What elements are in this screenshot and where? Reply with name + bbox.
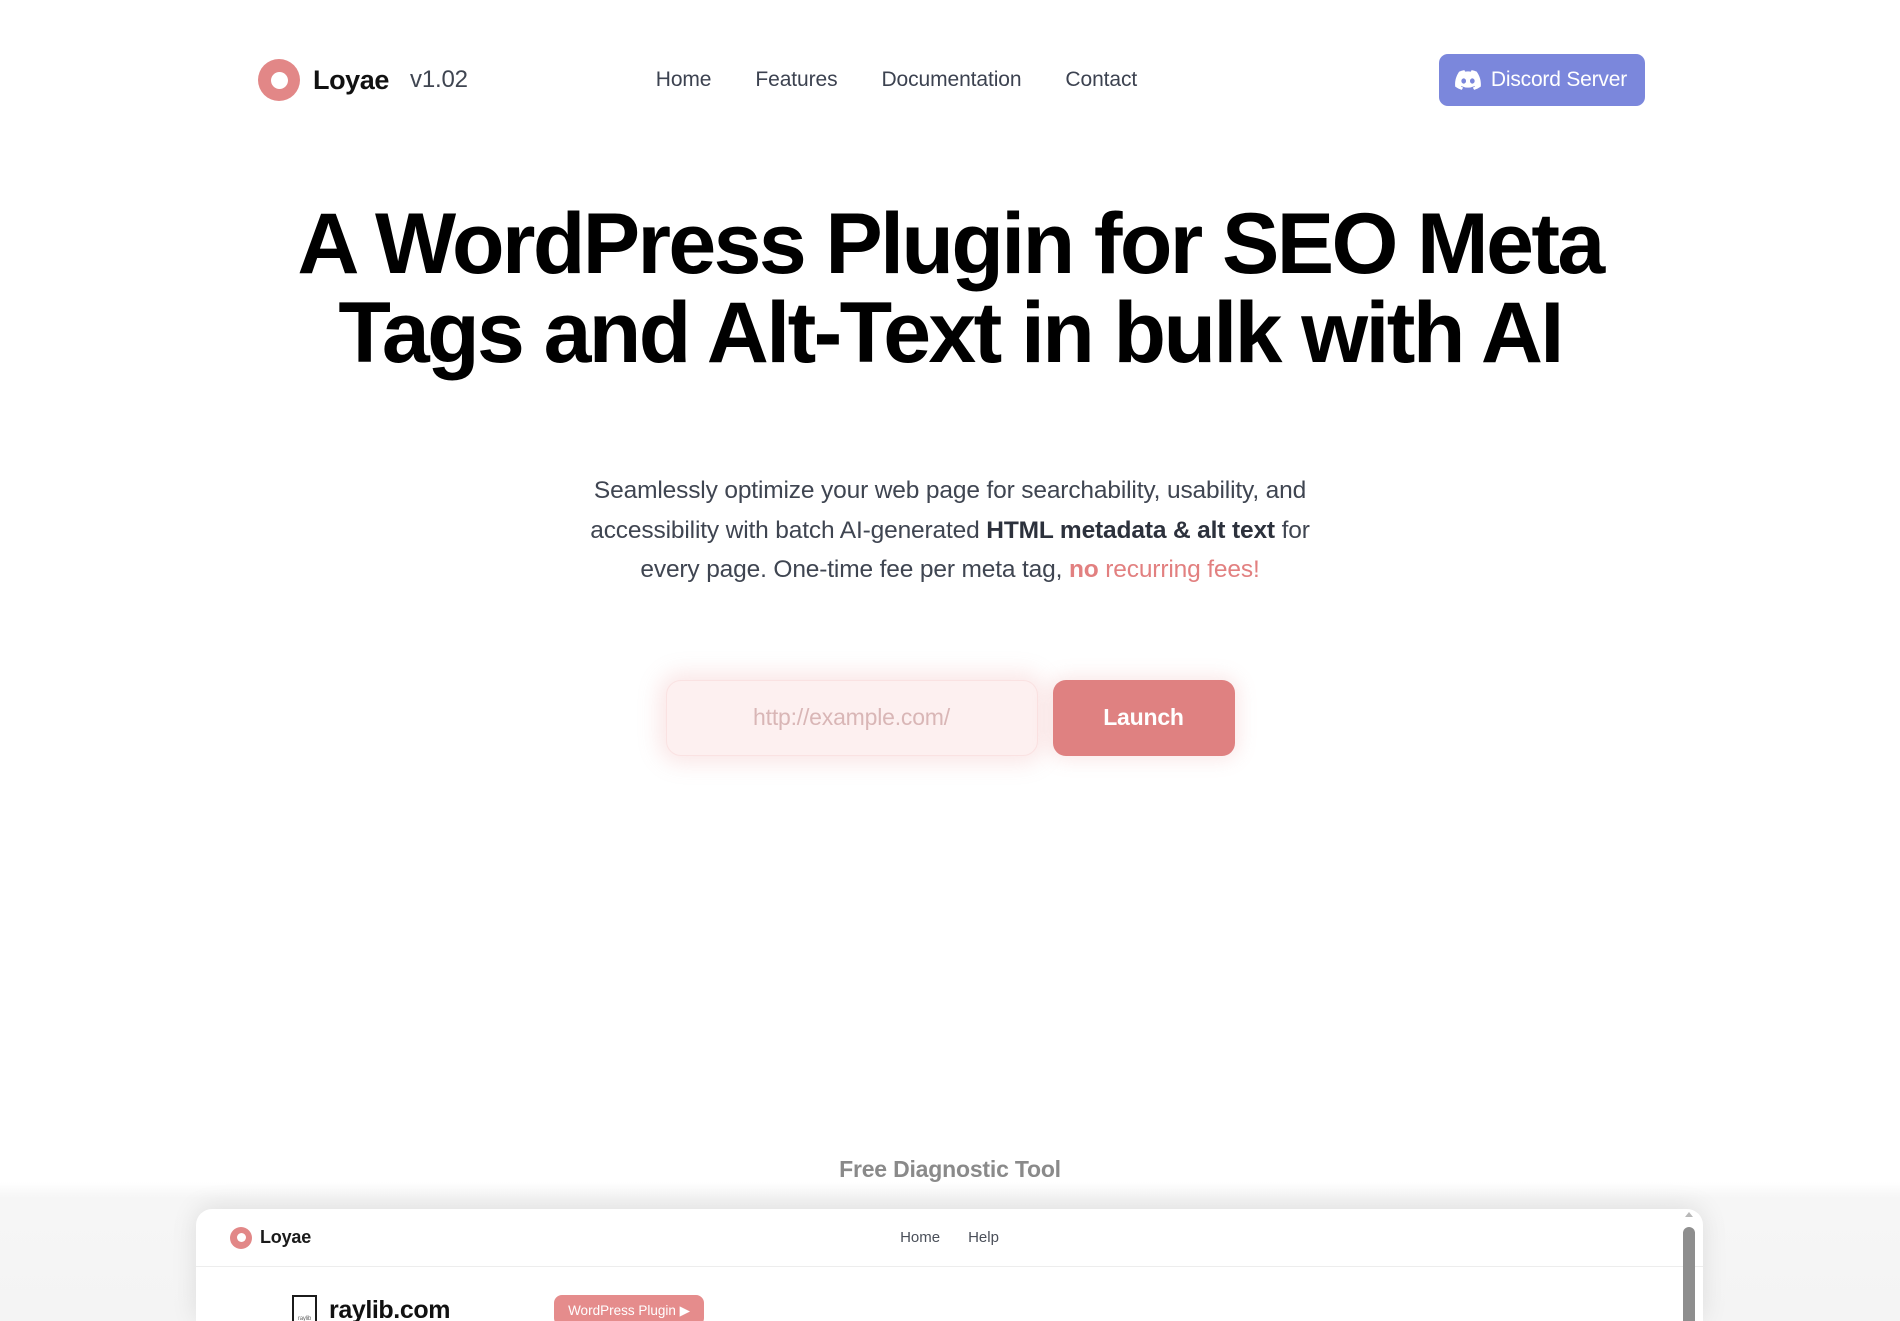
logo-inner-circle: [270, 71, 288, 89]
loyae-donut-logo-icon: [258, 59, 300, 101]
brand-version: v1.02: [410, 66, 468, 93]
brand[interactable]: Loyae v1.02: [258, 59, 468, 101]
site-row: raylib raylib.com WordPress Plugin ▶: [292, 1295, 1703, 1321]
discord-button-label: Discord Server: [1490, 68, 1627, 91]
preview-body: raylib raylib.com WordPress Plugin ▶: [196, 1267, 1703, 1321]
diagnostic-title: Free Diagnostic Tool: [839, 1156, 1061, 1182]
preview-nav-item-help[interactable]: Help: [968, 1229, 999, 1246]
nav-item-home[interactable]: Home: [656, 68, 712, 92]
page-title: A WordPress Plugin for SEO Meta Tags and…: [297, 196, 1605, 382]
preview-nav: Home Help: [900, 1229, 999, 1246]
nav-item-contact[interactable]: Contact: [1065, 68, 1137, 92]
diagnostic-preview-panel: Loyae Home Help raylib raylib.com WordPr…: [196, 1209, 1703, 1321]
launch-form: Launch: [0, 679, 1900, 756]
site-favicon-icon: raylib: [292, 1295, 317, 1321]
site-name: raylib.com: [329, 1296, 451, 1321]
hero-subtitle-bold: HTML metadata & alt text: [986, 516, 1275, 544]
preview-scrollbar[interactable]: [1683, 1209, 1695, 1321]
favicon-label: raylib: [297, 1316, 312, 1321]
preview-loyae-donut-logo-icon: [230, 1226, 252, 1249]
nav-item-documentation[interactable]: Documentation: [881, 68, 1021, 92]
preview-nav-item-home[interactable]: Home: [900, 1229, 940, 1246]
scroll-up-arrow-icon[interactable]: [1685, 1212, 1693, 1217]
site-header: Loyae v1.02 Home Features Documentation …: [0, 0, 1900, 160]
hero-section: A WordPress Plugin for SEO Meta Tags and…: [0, 160, 1900, 756]
url-input[interactable]: [665, 679, 1038, 756]
discord-icon: [1455, 70, 1481, 90]
hero-subtitle-accent-bold: no: [1068, 556, 1099, 584]
preview-brand-name: Loyae: [260, 1227, 312, 1247]
brand-name: Loyae: [313, 64, 390, 95]
main-nav: Home Features Documentation Contact: [656, 68, 1137, 92]
hero-subtitle: Seamlessly optimize your web page for se…: [590, 471, 1310, 590]
preview-brand[interactable]: Loyae: [230, 1226, 312, 1249]
wordpress-plugin-button[interactable]: WordPress Plugin ▶: [554, 1295, 704, 1321]
preview-topbar: Loyae Home Help: [196, 1209, 1703, 1267]
launch-button[interactable]: Launch: [1052, 679, 1235, 756]
hero-subtitle-accent: no recurring fees!: [1069, 556, 1260, 583]
scrollbar-thumb[interactable]: [1683, 1227, 1695, 1321]
nav-item-features[interactable]: Features: [755, 68, 837, 92]
preview-logo-inner-circle: [236, 1233, 246, 1242]
discord-server-button[interactable]: Discord Server: [1438, 54, 1645, 106]
diagnostic-section: Free Diagnostic Tool Loyae Home Help ray…: [0, 1138, 1900, 1321]
hero-subtitle-accent-rest: recurring fees!: [1098, 556, 1260, 584]
